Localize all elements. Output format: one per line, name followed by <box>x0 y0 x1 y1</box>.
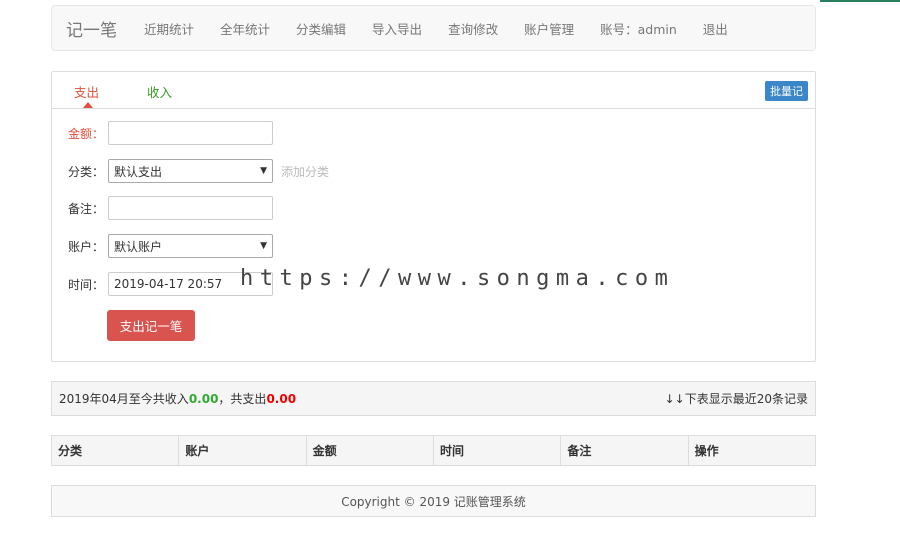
tab-income[interactable]: 收入 <box>147 82 172 101</box>
nav-annual-stats[interactable]: 全年统计 <box>220 19 270 38</box>
column-header-actions: 操作 <box>694 444 719 458</box>
brand-link[interactable]: 记一笔 <box>52 16 131 41</box>
amount-label: 金额： <box>68 126 105 141</box>
nav-account-manage[interactable]: 账户管理 <box>524 19 574 38</box>
category-selected-value: 默认支出 <box>114 164 163 179</box>
recent-records-note: ↓↓下表显示最近20条记录 <box>664 392 808 406</box>
column-header-category: 分类 <box>52 436 180 465</box>
top-accent-line <box>820 0 900 2</box>
active-tab-indicator <box>83 102 93 108</box>
records-table-header: 分类 账户 金额 时间 备注 操作 <box>51 435 816 466</box>
note-row: 备注： <box>68 196 273 220</box>
column-header-time: 时间 <box>434 436 562 465</box>
column-header-note: 备注 <box>561 436 689 465</box>
account-selected-value: 默认账户 <box>114 239 163 254</box>
nav-user-account[interactable]: 账号：admin <box>600 19 677 38</box>
watermark-text: https://www.songma.com <box>240 266 675 291</box>
nav-query-modify[interactable]: 查询修改 <box>448 19 498 38</box>
entry-panel: 支出 收入 批量记 金额： 分类： 默认支出 ▼ 添加分类 备注： 账户： 默认… <box>51 71 816 362</box>
income-total: 0.00 <box>188 392 219 406</box>
category-select[interactable]: 默认支出 ▼ <box>108 159 273 183</box>
category-row: 分类： 默认支出 ▼ 添加分类 <box>68 159 329 183</box>
summary-prefix: 2019年04月至今共收入 <box>59 392 189 406</box>
expense-total: 0.00 <box>266 392 297 406</box>
category-label: 分类： <box>68 164 105 179</box>
nav-logout[interactable]: 退出 <box>703 19 728 38</box>
account-select[interactable]: 默认账户 ▼ <box>108 234 273 258</box>
tab-expense[interactable]: 支出 <box>74 82 99 101</box>
nav-category-edit[interactable]: 分类编辑 <box>296 19 346 38</box>
note-input[interactable] <box>108 196 273 220</box>
footer: Copyright © 2019 记账管理系统 <box>51 485 816 517</box>
account-row: 账户： 默认账户 ▼ <box>68 234 273 258</box>
batch-entry-button[interactable]: 批量记 <box>765 81 808 101</box>
nav-import-export[interactable]: 导入导出 <box>372 19 422 38</box>
navbar: 记一笔 近期统计 全年统计 分类编辑 导入导出 查询修改 账户管理 账号：adm… <box>51 5 816 51</box>
column-header-account: 账户 <box>179 436 307 465</box>
column-header-amount: 金额 <box>307 436 434 465</box>
time-label: 时间： <box>68 277 105 292</box>
amount-input[interactable] <box>108 121 273 145</box>
entry-tabs: 支出 收入 批量记 <box>52 72 815 109</box>
amount-row: 金额： <box>68 121 273 145</box>
summary-text: 2019年04月至今共收入0.00，共支出0.00 <box>59 390 296 407</box>
summary-middle: ，共支出 <box>218 392 267 406</box>
dropdown-arrow-icon: ▼ <box>260 241 267 251</box>
add-category-link[interactable]: 添加分类 <box>281 163 329 180</box>
note-label: 备注： <box>68 201 105 216</box>
account-label: 账户： <box>68 239 105 254</box>
nav-recent-stats[interactable]: 近期统计 <box>144 19 194 38</box>
submit-expense-button[interactable]: 支出记一笔 <box>107 310 195 341</box>
dropdown-arrow-icon: ▼ <box>260 166 267 176</box>
summary-bar: 2019年04月至今共收入0.00，共支出0.00 ↓↓下表显示最近20条记录 <box>51 381 816 416</box>
